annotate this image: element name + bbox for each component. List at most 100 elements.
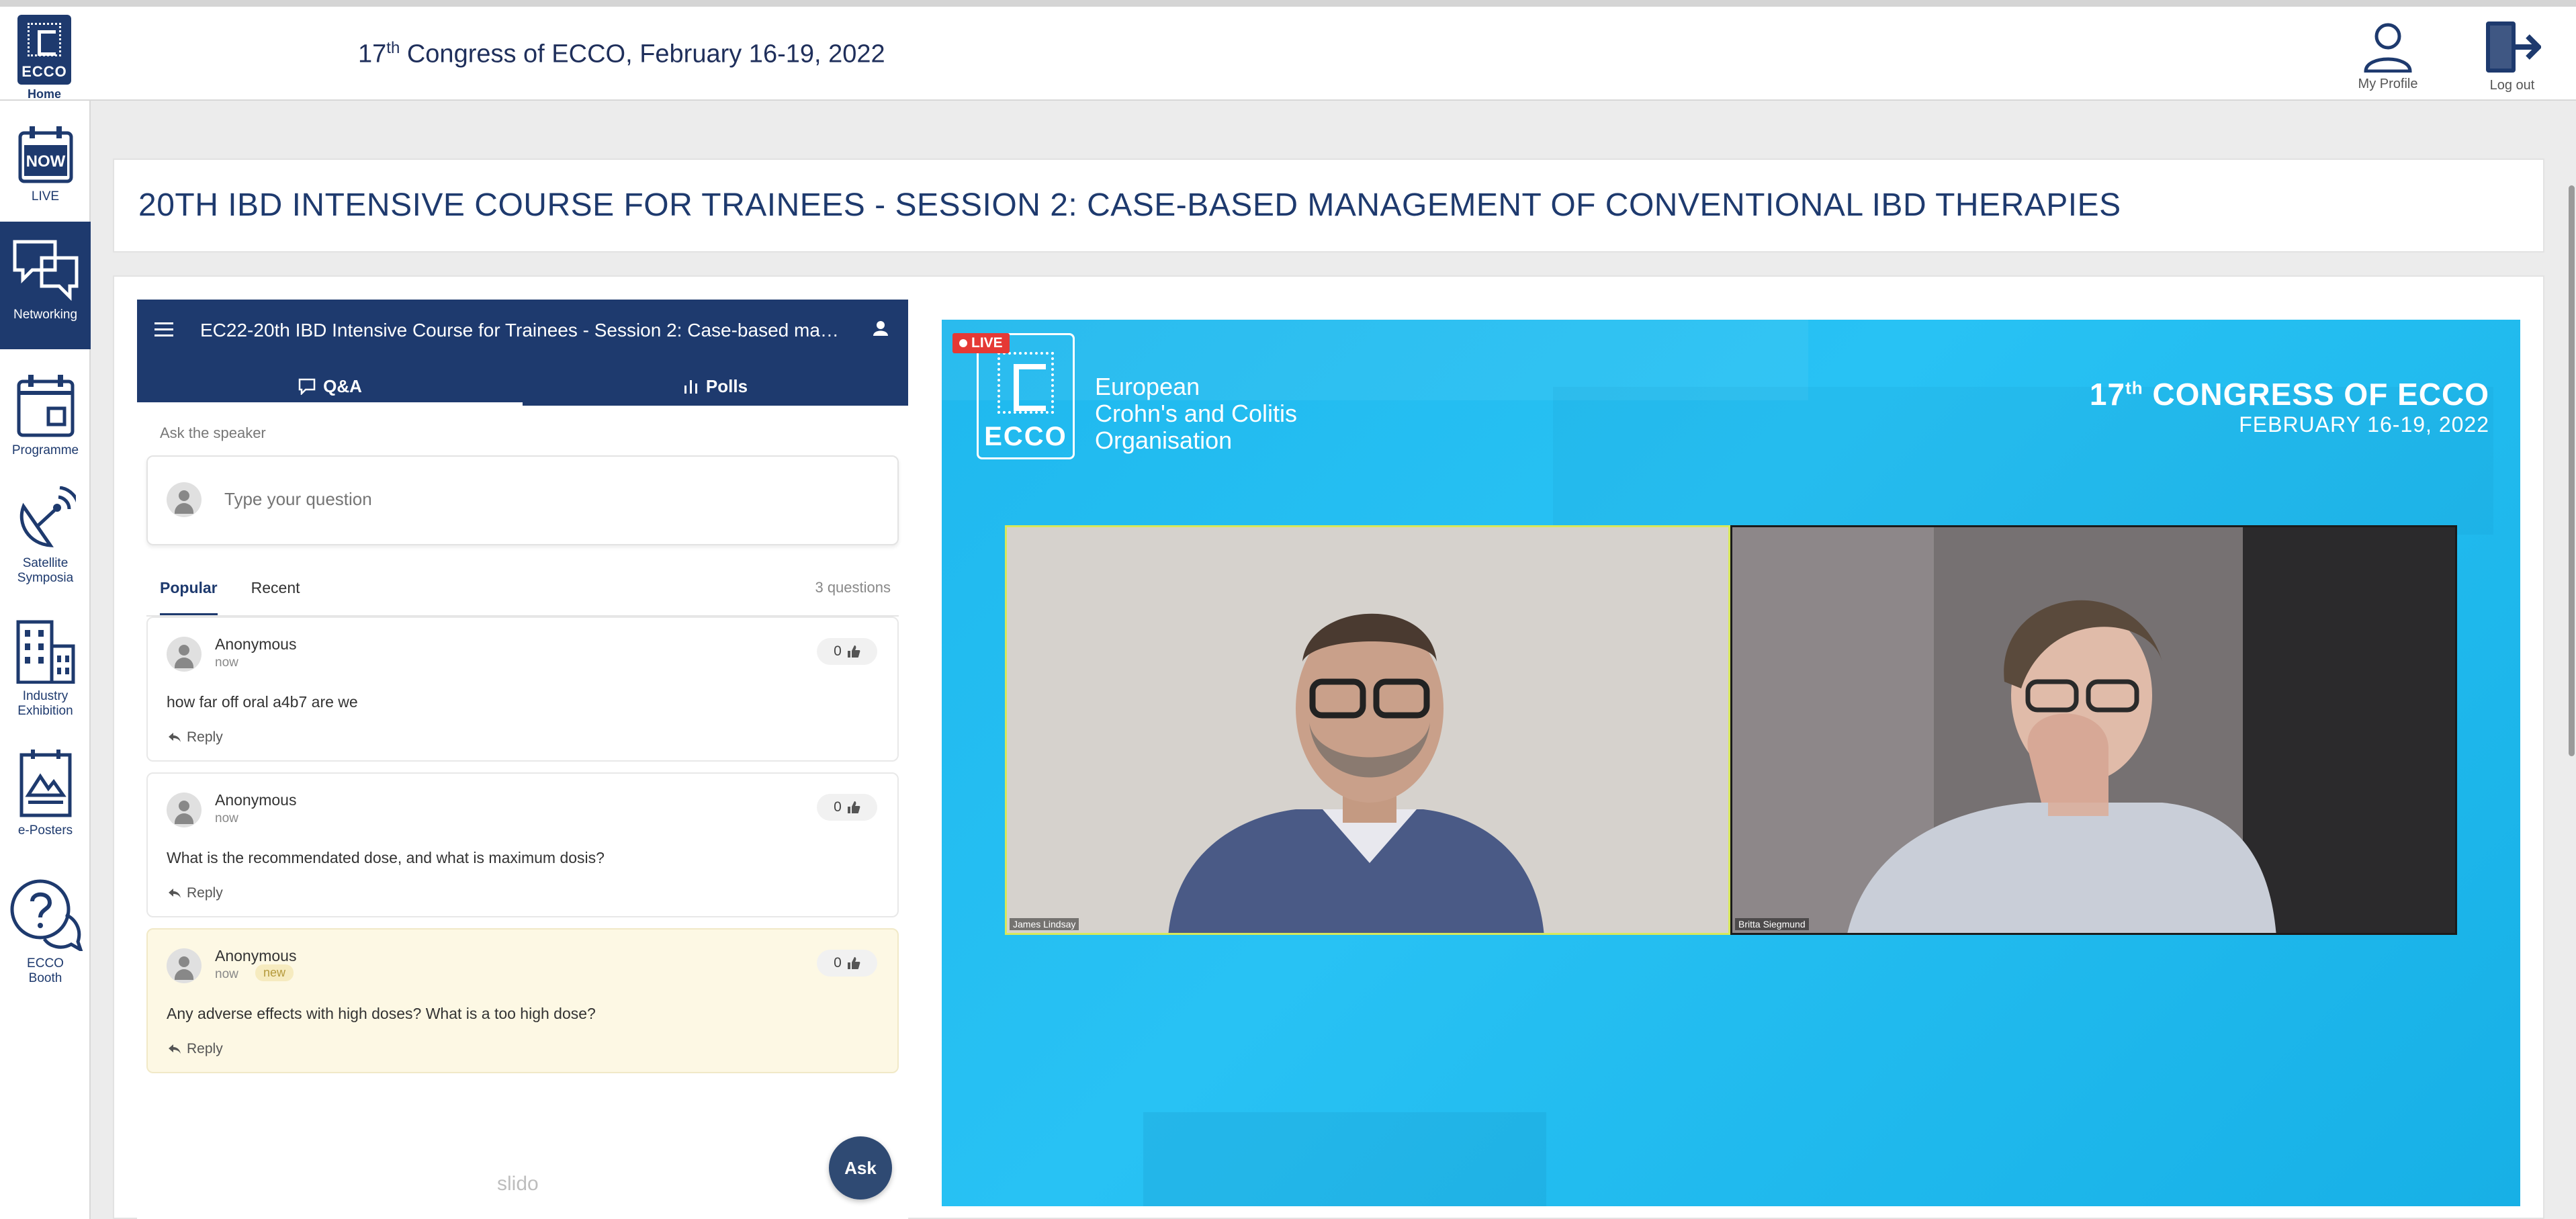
sidebar-item-ecco-booth[interactable]: ECCO Booth (0, 873, 91, 1007)
slido-header: EC22-20th IBD Intensive Course for Train… (137, 300, 908, 406)
sidebar-item-satellite-symposia[interactable]: Satellite Symposia (0, 477, 91, 611)
like-button[interactable]: 0 (817, 638, 877, 665)
question-author: Anonymous (215, 635, 297, 653)
question-card: Anonymous now new 0 Any adverse effects … (146, 928, 899, 1073)
reply-label: Reply (187, 729, 223, 745)
session-title-card: 20TH IBD INTENSIVE COURSE FOR TRAINEES -… (113, 159, 2544, 253)
speaker-video-left: James Lindsay (1005, 525, 1730, 935)
reply-arrow-icon (169, 733, 181, 742)
home-button[interactable]: ECCO Home (15, 15, 74, 103)
reply-label: Reply (187, 885, 223, 901)
slido-panel: EC22-20th IBD Intensive Course for Train… (137, 300, 908, 1219)
calendar-icon (17, 375, 74, 437)
question-time: now (215, 811, 238, 825)
question-text: Any adverse effects with high doses? Wha… (167, 1005, 596, 1022)
thumbs-up-icon (847, 801, 860, 813)
ask-the-speaker-label: Ask the speaker (160, 424, 266, 441)
speaker-figure (1007, 527, 1728, 933)
tab-recent[interactable]: Recent (251, 579, 300, 616)
question-author: Anonymous (215, 791, 297, 809)
user-profile-icon (2364, 23, 2412, 73)
sidebar-item-e-posters[interactable]: e-Posters (0, 746, 91, 873)
session-title: 20TH IBD INTENSIVE COURSE FOR TRAINEES -… (138, 187, 2121, 223)
reply-button[interactable]: Reply (168, 885, 223, 901)
congress-banner: 17th CONGRESS OF ECCO FEBRUARY 16-19, 20… (2089, 377, 2489, 437)
tab-popular[interactable]: Popular (160, 579, 218, 616)
congress-title: 17th Congress of ECCO, February 16-19, 2… (358, 39, 885, 69)
reply-arrow-icon (169, 889, 181, 898)
organisation-name: European Crohn's and Colitis Organisatio… (1095, 373, 1298, 454)
slido-logo: slido (497, 1173, 539, 1195)
logout-label: Log out (2489, 78, 2535, 93)
speaker-name-right: Britta Siegmund (1735, 918, 1809, 930)
user-icon[interactable] (872, 320, 889, 337)
bar-chart-icon (684, 380, 697, 394)
sidebar-item-live[interactable]: NOW LIVE (0, 101, 91, 222)
avatar (167, 482, 202, 517)
logout-icon (2486, 21, 2541, 73)
page-scrollbar[interactable] (2569, 185, 2575, 756)
live-dot-icon (959, 339, 967, 347)
sidebar-item-label: Programme (11, 443, 79, 457)
hamburger-menu-icon[interactable] (153, 320, 175, 338)
satellite-dish-icon (19, 486, 76, 547)
avatar (167, 793, 202, 827)
avatar (167, 948, 202, 983)
speaker-figure (1732, 527, 2455, 933)
slido-event-title: EC22-20th IBD Intensive Course for Train… (200, 320, 845, 341)
sidebar-item-label: e-Posters (17, 823, 73, 838)
logo-text: ECCO (21, 63, 67, 80)
live-badge: LIVE (952, 333, 1010, 353)
live-video-stream[interactable]: ECCO LIVE European Crohn's and Colitis O… (942, 320, 2520, 1206)
my-profile-button[interactable]: My Profile (2354, 20, 2422, 101)
poster-icon (19, 750, 71, 817)
ecco-logo-text: ECCO (984, 422, 1067, 451)
vote-count: 0 (834, 643, 842, 659)
reply-label: Reply (187, 1041, 223, 1056)
my-profile-label: My Profile (2358, 77, 2418, 91)
question-input[interactable] (224, 489, 829, 510)
question-text: What is the recommendated dose, and what… (167, 849, 605, 866)
new-badge: new (255, 964, 294, 981)
vote-count: 0 (834, 955, 842, 970)
sidebar-item-networking[interactable]: Networking (0, 222, 91, 349)
help-bubble-icon (10, 879, 83, 951)
speaker-name-left: James Lindsay (1010, 918, 1079, 930)
tab-qa-label: Q&A (323, 375, 362, 396)
chat-bubbles-icon (13, 240, 78, 302)
thumbs-up-icon (847, 957, 860, 969)
ecco-home-logo: ECCO (17, 15, 71, 85)
sidebar-item-programme[interactable]: Programme (0, 349, 91, 477)
question-card: Anonymous now 0 how far off oral a4b7 ar… (146, 617, 899, 762)
ask-button[interactable]: Ask (829, 1136, 892, 1200)
speaker-video-right: Britta Siegmund (1730, 525, 2457, 935)
question-author: Anonymous (215, 947, 297, 964)
home-label: Home (27, 87, 61, 101)
speech-bubble-icon (298, 378, 316, 395)
sidebar-item-industry-exhibition[interactable]: Industry Exhibition (0, 611, 91, 746)
question-time: now (215, 967, 238, 981)
reply-arrow-icon (169, 1044, 181, 1054)
live-label: LIVE (971, 335, 1003, 351)
question-input-box[interactable] (146, 455, 899, 545)
vote-count: 0 (834, 799, 842, 815)
like-button[interactable]: 0 (817, 794, 877, 821)
now-icon: NOW (18, 126, 73, 183)
top-header: ECCO Home 17th Congress of ECCO, Februar… (0, 0, 2576, 101)
sidebar-item-label: Networking (13, 308, 78, 322)
logout-button[interactable]: Log out (2479, 20, 2546, 101)
sidebar-item-label: Satellite Symposia (17, 556, 74, 585)
sidebar-item-label: ECCO Booth (27, 956, 64, 985)
reply-button[interactable]: Reply (168, 1041, 223, 1057)
question-count: 3 questions (815, 579, 891, 596)
reply-button[interactable]: Reply (168, 729, 223, 746)
svg-text:NOW: NOW (26, 152, 65, 171)
buildings-icon (16, 620, 75, 684)
sidebar: NOW LIVE Networking Programme Satellite (0, 101, 91, 1219)
tab-qa[interactable]: Q&A (137, 367, 523, 406)
tab-polls[interactable]: Polls (523, 367, 908, 406)
question-time: now (215, 656, 238, 670)
like-button[interactable]: 0 (817, 950, 877, 977)
question-text: how far off oral a4b7 are we (167, 693, 358, 711)
sidebar-item-label: Industry Exhibition (17, 689, 73, 718)
